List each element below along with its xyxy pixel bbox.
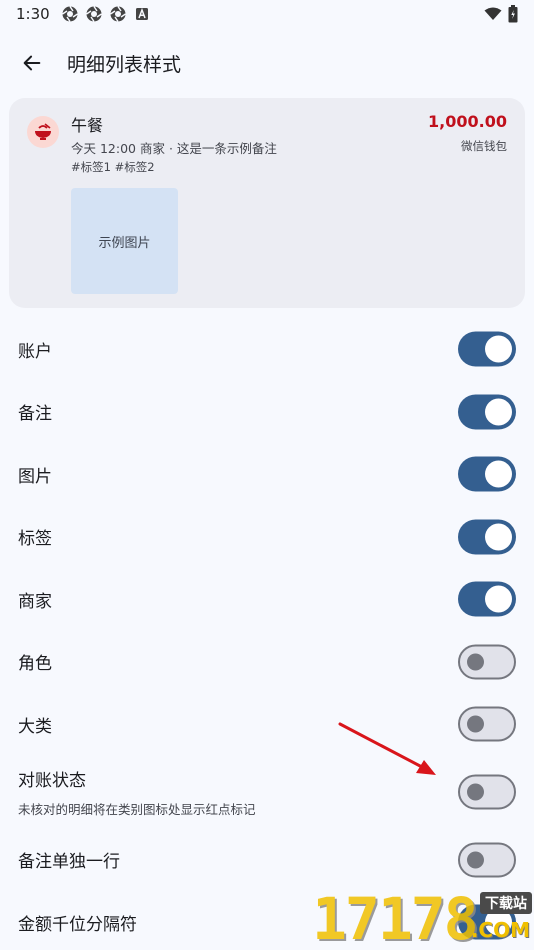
setting-row-account[interactable]: 账户 — [0, 318, 534, 381]
switch-knob — [467, 653, 484, 671]
setting-row-main-category[interactable]: 大类 — [0, 693, 534, 756]
preview-tags: #标签1 #标签2 — [71, 160, 155, 174]
setting-row-tags[interactable]: 标签 — [0, 506, 534, 569]
status-bar: 1:30 — [0, 0, 534, 28]
switch-knob — [467, 783, 484, 801]
setting-label: 账户 — [18, 341, 52, 362]
setting-row-note[interactable]: 备注 — [0, 381, 534, 444]
page-title: 明细列表样式 — [67, 53, 182, 76]
toggle-switch[interactable] — [458, 644, 516, 680]
preview-title: 午餐 — [71, 116, 104, 135]
toggle-switch[interactable] — [458, 331, 516, 367]
switch-knob — [485, 908, 512, 936]
rice-bowl-icon — [35, 123, 51, 140]
back-button[interactable] — [8, 39, 56, 87]
a-box-icon — [135, 7, 148, 20]
status-right-icons — [484, 5, 518, 23]
setting-row-role[interactable]: 角色 — [0, 631, 534, 694]
switch-knob — [485, 585, 512, 613]
switch-knob — [485, 335, 512, 363]
setting-row-note-own-line[interactable]: 备注单独一行 — [0, 829, 534, 892]
setting-row-reconcile-status[interactable]: 对账状态 未核对的明细将在类别图标处显示红点标记 — [0, 756, 534, 829]
switch-knob — [485, 398, 512, 426]
app-bar: 明细列表样式 — [0, 36, 534, 90]
setting-description: 未核对的明细将在类别图标处显示红点标记 — [18, 802, 256, 817]
setting-label: 备注单独一行 — [18, 852, 120, 873]
preview-card: 午餐 今天 12:00 商家 · 这是一条示例备注 #标签1 #标签2 1,00… — [9, 98, 525, 308]
setting-label: 标签 — [18, 529, 52, 550]
toggle-switch[interactable] — [458, 456, 516, 492]
toggle-switch[interactable] — [458, 581, 516, 617]
settings-list: 账户 备注 图片 标签 商家 角色 大类 对账状态 未核对的明细将在类别图标处显… — [0, 318, 534, 950]
setting-row-merchant[interactable]: 商家 — [0, 568, 534, 631]
camera-shutter-icon — [109, 6, 126, 22]
preview-account: 微信钱包 — [461, 139, 507, 153]
notification-icons — [61, 6, 150, 22]
switch-knob — [485, 523, 512, 551]
toggle-switch[interactable] — [458, 394, 516, 430]
setting-label: 备注 — [18, 404, 52, 425]
toggle-switch[interactable] — [458, 842, 516, 878]
toggle-switch[interactable] — [458, 774, 516, 810]
toggle-switch[interactable] — [458, 706, 516, 742]
camera-shutter-icon — [85, 6, 102, 22]
setting-label: 金额千位分隔符 — [18, 914, 137, 935]
setting-label: 对账状态 — [18, 771, 86, 791]
toggle-switch[interactable] — [458, 904, 516, 940]
preview-amount: 1,000.00 — [428, 112, 507, 131]
wifi-icon — [484, 7, 502, 20]
switch-knob — [467, 851, 484, 869]
category-icon — [27, 116, 59, 148]
status-time: 1:30 — [16, 5, 50, 23]
battery-icon — [508, 5, 518, 23]
arrow-left-icon — [23, 55, 41, 71]
setting-label: 大类 — [18, 716, 52, 737]
camera-shutter-icon — [61, 6, 78, 22]
sample-image: 示例图片 — [71, 188, 178, 294]
setting-label: 角色 — [18, 654, 52, 675]
preview-subtitle: 今天 12:00 商家 · 这是一条示例备注 — [71, 141, 277, 156]
setting-row-thousands-separator[interactable]: 金额千位分隔符 — [0, 891, 534, 950]
sample-image-label: 示例图片 — [98, 235, 151, 251]
setting-row-image[interactable]: 图片 — [0, 443, 534, 506]
red-annotation-arrow-icon — [338, 722, 436, 775]
switch-knob — [485, 460, 512, 488]
switch-knob — [467, 715, 484, 733]
toggle-switch[interactable] — [458, 519, 516, 555]
setting-label: 商家 — [18, 591, 52, 612]
setting-label: 图片 — [18, 466, 52, 487]
